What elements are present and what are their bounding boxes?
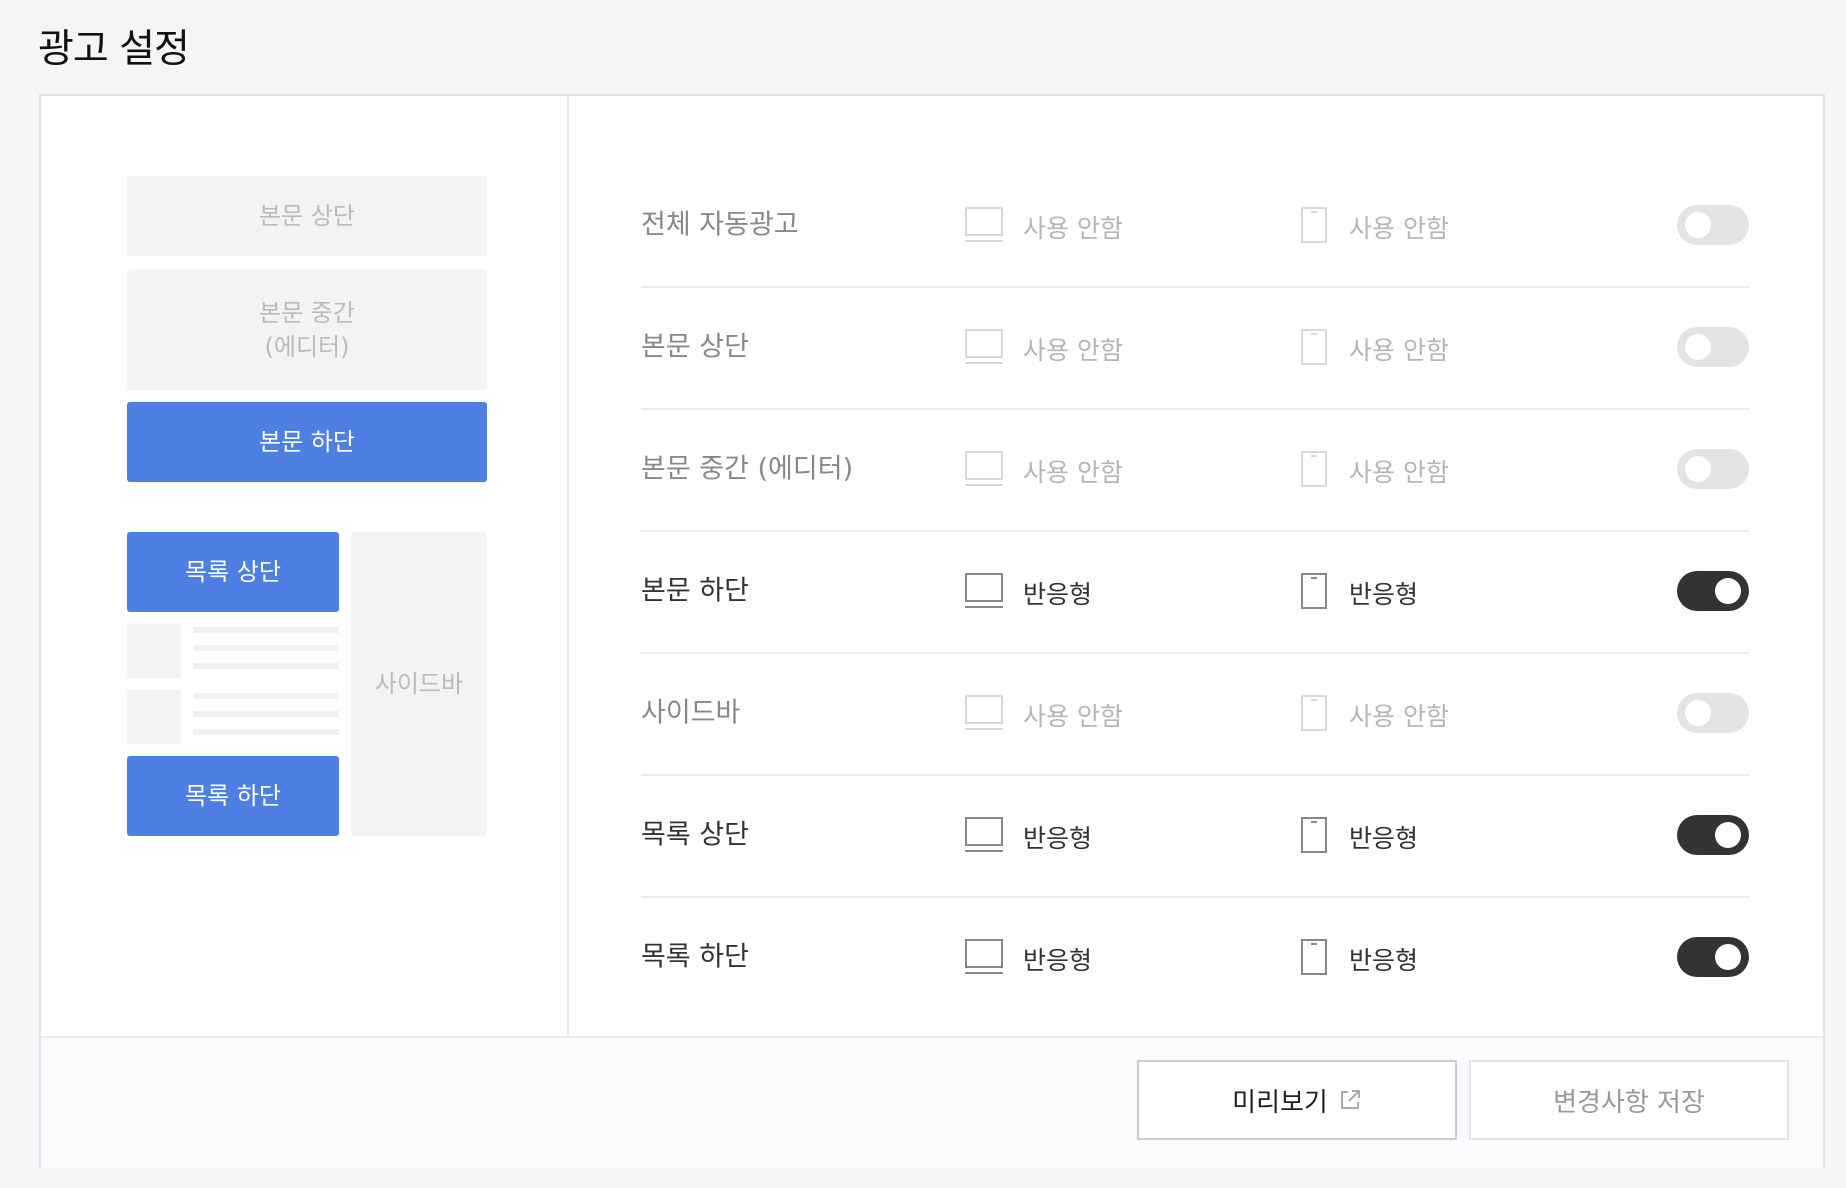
- map-list-thumbnail: [127, 624, 181, 678]
- desktop-ad-value: 사용 안함: [1023, 457, 1123, 487]
- desktop-ad-value: 반응형: [1023, 823, 1093, 853]
- ad-setting-label: 본문 중간 (에디터): [641, 453, 854, 485]
- smartphone-icon: [1301, 695, 1327, 731]
- mobile-ad-value: 사용 안함: [1349, 335, 1449, 365]
- ad-toggle-switch[interactable]: [1677, 327, 1749, 367]
- ad-setting-row: 사이드바 사용 안함 사용 안함: [641, 652, 1749, 774]
- map-body-bottom: 본문 하단: [127, 402, 487, 482]
- preview-button[interactable]: 미리보기: [1137, 1060, 1457, 1140]
- map-list-top: 목록 상단: [127, 532, 339, 612]
- ad-setting-label: 목록 하단: [641, 941, 749, 973]
- mobile-ad-value: 반응형: [1349, 823, 1419, 853]
- monitor-icon: [965, 451, 1003, 486]
- monitor-icon: [965, 329, 1003, 364]
- map-list-top-label: 목록 상단: [185, 558, 281, 586]
- map-list-line: [193, 693, 339, 699]
- map-list-line: [193, 711, 339, 717]
- map-list-bottom: 목록 하단: [127, 756, 339, 836]
- toggle-knob: [1715, 822, 1741, 848]
- ad-setting-label: 본문 상단: [641, 331, 749, 363]
- desktop-ad-value: 반응형: [1023, 579, 1093, 609]
- ad-setting-row: 본문 상단 사용 안함 사용 안함: [641, 286, 1749, 408]
- smartphone-icon: [1301, 451, 1327, 487]
- map-sidebar: 사이드바: [351, 532, 487, 836]
- desktop-ad-value: 사용 안함: [1023, 213, 1123, 243]
- mobile-ad-value: 반응형: [1349, 579, 1419, 609]
- save-changes-button[interactable]: 변경사항 저장: [1469, 1060, 1789, 1140]
- ad-toggle-switch[interactable]: [1677, 449, 1749, 489]
- toggle-knob: [1685, 334, 1711, 360]
- monitor-icon: [965, 573, 1003, 608]
- smartphone-icon: [1301, 817, 1327, 853]
- ad-setting-row: 목록 상단 반응형 반응형: [641, 774, 1749, 896]
- ad-toggle-switch[interactable]: [1677, 571, 1749, 611]
- ad-toggle-switch[interactable]: [1677, 205, 1749, 245]
- desktop-ad-value: 반응형: [1023, 945, 1093, 975]
- ad-position-map: 본문 상단 본문 중간 (에디터) 본문 하단 목록 상단 목록 하단 사이드바: [41, 96, 569, 1036]
- toggle-knob: [1685, 212, 1711, 238]
- ad-setting-label: 사이드바: [641, 697, 741, 729]
- ad-settings-panel: 본문 상단 본문 중간 (에디터) 본문 하단 목록 상단 목록 하단 사이드바…: [39, 94, 1825, 1168]
- map-list-line: [193, 627, 339, 633]
- mobile-ad-value: 사용 안함: [1349, 457, 1449, 487]
- map-body-top: 본문 상단: [127, 176, 487, 256]
- monitor-icon: [965, 207, 1003, 242]
- page-title: 광고 설정: [38, 27, 190, 72]
- toggle-knob: [1685, 700, 1711, 726]
- map-sidebar-label: 사이드바: [374, 670, 464, 698]
- ad-setting-label: 목록 상단: [641, 819, 749, 851]
- map-body-middle-sublabel: (에디터): [264, 333, 350, 361]
- map-body-top-label: 본문 상단: [259, 202, 355, 230]
- map-list-line: [193, 729, 339, 735]
- ad-setting-label: 전체 자동광고: [641, 209, 799, 241]
- external-link-icon: [1340, 1090, 1360, 1109]
- ad-toggle-switch[interactable]: [1677, 815, 1749, 855]
- toggle-knob: [1685, 456, 1711, 482]
- ad-setting-row: 목록 하단 반응형 반응형: [641, 896, 1749, 1018]
- smartphone-icon: [1301, 329, 1327, 365]
- mobile-ad-value: 사용 안함: [1349, 213, 1449, 243]
- ad-setting-row: 본문 하단 반응형 반응형: [641, 530, 1749, 652]
- mobile-ad-value: 사용 안함: [1349, 701, 1449, 731]
- toggle-knob: [1715, 578, 1741, 604]
- map-list-bottom-label: 목록 하단: [185, 782, 281, 810]
- ad-toggle-switch[interactable]: [1677, 937, 1749, 977]
- mobile-ad-value: 반응형: [1349, 945, 1419, 975]
- desktop-ad-value: 사용 안함: [1023, 335, 1123, 365]
- desktop-ad-value: 사용 안함: [1023, 701, 1123, 731]
- map-body-middle: 본문 중간 (에디터): [127, 270, 487, 390]
- ad-setting-label: 본문 하단: [641, 575, 749, 607]
- toggle-knob: [1715, 944, 1741, 970]
- map-body-middle-label: 본문 중간: [259, 299, 355, 327]
- monitor-icon: [965, 939, 1003, 974]
- map-body-bottom-label: 본문 하단: [259, 428, 355, 456]
- smartphone-icon: [1301, 573, 1327, 609]
- ad-setting-row: 본문 중간 (에디터) 사용 안함 사용 안함: [641, 408, 1749, 530]
- smartphone-icon: [1301, 207, 1327, 243]
- preview-button-label: 미리보기: [1232, 1087, 1328, 1118]
- map-list-thumbnail: [127, 690, 181, 744]
- smartphone-icon: [1301, 939, 1327, 975]
- ad-toggle-switch[interactable]: [1677, 693, 1749, 733]
- map-list-line: [193, 645, 339, 651]
- save-changes-label: 변경사항 저장: [1553, 1087, 1705, 1118]
- map-list-line: [193, 663, 339, 669]
- monitor-icon: [965, 695, 1003, 730]
- ad-setting-row: 전체 자동광고 사용 안함 사용 안함: [641, 164, 1749, 286]
- monitor-icon: [965, 817, 1003, 852]
